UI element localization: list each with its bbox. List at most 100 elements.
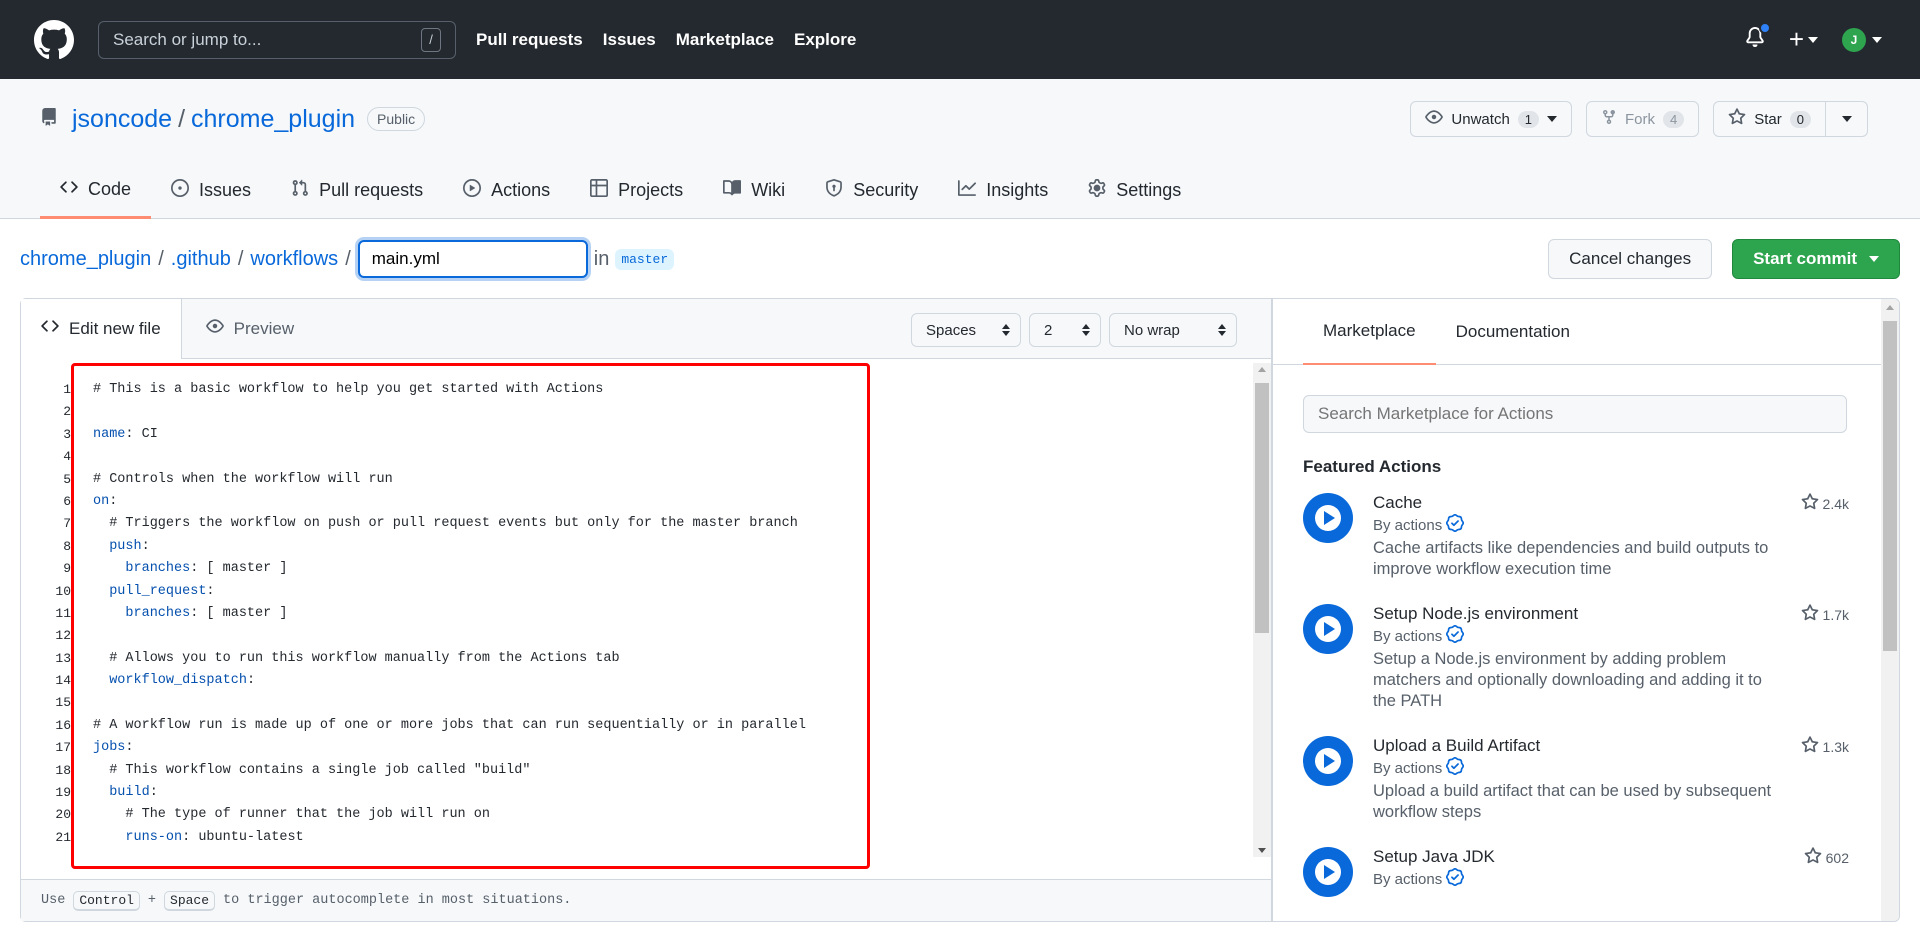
code-editor-area[interactable]: 1 2 3 4 5 6 7 8 9 10 11 12 13 14 15 16 17 18 19 20 21 # This… — [21, 359, 1271, 879]
action-by-text: By actions — [1373, 627, 1443, 645]
star-button[interactable]: Star 0 — [1713, 101, 1826, 137]
scroll-up-arrow-icon[interactable] — [1886, 305, 1894, 310]
repo-actions: Unwatch 1 Fork 4 Star 0 — [1410, 101, 1868, 137]
action-info: Cache By actions Cache artifacts like depe… — [1373, 493, 1783, 580]
watch-count: 1 — [1517, 110, 1540, 128]
code-line: # The type of runner that the job will r… — [93, 807, 490, 823]
indent-mode-select[interactable]: Spaces — [911, 313, 1021, 347]
scrollbar-thumb[interactable] — [1255, 383, 1269, 633]
repo-name-link[interactable]: chrome_plugin — [191, 105, 355, 134]
scroll-down-arrow-icon[interactable] — [1258, 848, 1266, 853]
fork-button[interactable]: Fork 4 — [1586, 101, 1700, 137]
action-author: By actions — [1373, 514, 1783, 536]
file-path-row: chrome_plugin / .github / workflows / in… — [0, 219, 1920, 299]
play-icon — [463, 178, 482, 202]
tab-documentation[interactable]: Documentation — [1436, 299, 1590, 365]
marketplace-tabs: Marketplace Documentation — [1273, 299, 1899, 365]
line-number-gutter: 1 2 3 4 5 6 7 8 9 10 11 12 13 14 15 16 17 18 19 20 21 — [21, 379, 71, 849]
tab-wiki[interactable]: Wiki — [703, 163, 805, 219]
tab-actions[interactable]: Actions — [443, 163, 570, 219]
global-search-input[interactable]: Search or jump to... / — [98, 20, 456, 59]
chevron-down-icon — [1547, 116, 1558, 122]
action-stars: 2.4k — [1801, 493, 1849, 514]
marketplace-action-item[interactable]: Upload a Build Artifact By actions Upload … — [1303, 736, 1849, 823]
breadcrumb-sep: / — [345, 247, 351, 270]
indent-size-select[interactable]: 2 — [1029, 313, 1101, 347]
shield-icon — [825, 178, 843, 202]
breadcrumb-root[interactable]: chrome_plugin — [20, 248, 151, 271]
marketplace-scrollbar[interactable] — [1881, 299, 1899, 921]
star-label: Star — [1754, 110, 1782, 128]
star-dropdown-button[interactable] — [1826, 101, 1868, 137]
filename-input[interactable] — [357, 240, 588, 278]
editor-scrollbar[interactable] — [1253, 363, 1271, 857]
marketplace-action-item[interactable]: Setup Node.js environment By actions Setup… — [1303, 604, 1849, 712]
unwatch-button[interactable]: Unwatch 1 — [1410, 101, 1573, 137]
action-author: By actions — [1373, 757, 1783, 779]
tab-marketplace[interactable]: Marketplace — [1303, 299, 1436, 365]
start-commit-button[interactable]: Start commit — [1732, 239, 1900, 279]
verified-badge-icon — [1446, 757, 1465, 779]
chevron-down-icon — [1808, 36, 1818, 43]
line-number: 5 — [63, 471, 71, 487]
line-number: 3 — [63, 426, 71, 442]
code-line: jobs: — [93, 740, 134, 756]
tab-preview[interactable]: Preview — [182, 299, 318, 359]
action-info: Setup Java JDK By actions — [1373, 847, 1783, 897]
nav-issues[interactable]: Issues — [603, 30, 656, 50]
select-arrows-icon — [1002, 324, 1010, 336]
code-icon — [60, 178, 78, 201]
action-by-text: By actions — [1373, 516, 1443, 534]
line-number: 2 — [63, 404, 71, 420]
scrollbar-thumb[interactable] — [1883, 321, 1897, 651]
marketplace-action-item[interactable]: Cache By actions Cache artifacts like depe… — [1303, 493, 1849, 580]
user-menu[interactable]: J — [1842, 27, 1882, 52]
action-name[interactable]: Setup Node.js environment — [1373, 604, 1783, 624]
global-header: Search or jump to... / Pull requests Iss… — [0, 0, 1920, 79]
create-new-menu[interactable]: + — [1789, 24, 1818, 55]
tab-projects[interactable]: Projects — [570, 163, 703, 219]
notifications-bell-icon[interactable] — [1745, 22, 1771, 53]
action-play-icon — [1303, 736, 1353, 786]
code-line: push: — [109, 538, 150, 554]
chevron-down-icon — [1869, 256, 1879, 262]
marketplace-action-item[interactable]: Setup Java JDK By actions 602 — [1303, 847, 1849, 897]
tab-issues[interactable]: Issues — [151, 163, 271, 219]
tab-security[interactable]: Security — [805, 163, 938, 219]
tab-settings[interactable]: Settings — [1068, 163, 1201, 219]
marketplace-search-input[interactable] — [1303, 395, 1847, 433]
breadcrumb-workflows[interactable]: workflows — [250, 248, 338, 271]
tab-code[interactable]: Code — [40, 163, 152, 219]
wrap-mode-select[interactable]: No wrap — [1109, 313, 1237, 347]
cancel-changes-button[interactable]: Cancel changes — [1548, 239, 1713, 279]
nav-marketplace[interactable]: Marketplace — [676, 30, 774, 50]
action-by-text: By actions — [1373, 870, 1443, 888]
slash-shortcut-badge: / — [421, 27, 441, 52]
github-logo-icon[interactable] — [32, 18, 76, 62]
code-content[interactable]: # This is a basic workflow to help you g… — [93, 379, 806, 849]
indent-mode-value: Spaces — [926, 321, 977, 339]
footer-use: Use — [41, 893, 66, 908]
scroll-up-arrow-icon[interactable] — [1258, 367, 1266, 372]
star-count: 0 — [1789, 110, 1811, 128]
breadcrumb-github[interactable]: .github — [171, 248, 231, 271]
star-icon — [1804, 847, 1822, 868]
action-description: Setup a Node.js environment by adding pr… — [1373, 650, 1762, 710]
featured-actions-heading: Featured Actions — [1303, 457, 1442, 476]
tab-label: Actions — [491, 179, 551, 200]
nav-pull-requests[interactable]: Pull requests — [476, 30, 583, 50]
action-name[interactable]: Setup Java JDK — [1373, 847, 1783, 867]
code-line: on: — [93, 493, 118, 509]
tab-edit-new-file[interactable]: Edit new file — [21, 298, 182, 359]
action-name[interactable]: Cache — [1373, 493, 1783, 513]
tab-insights[interactable]: Insights — [938, 163, 1068, 219]
action-play-icon — [1303, 493, 1353, 543]
nav-explore[interactable]: Explore — [794, 30, 856, 50]
repo-owner-link[interactable]: jsoncode — [72, 105, 172, 134]
tab-pull-requests[interactable]: Pull requests — [271, 163, 443, 219]
action-name[interactable]: Upload a Build Artifact — [1373, 736, 1783, 756]
graph-icon — [958, 179, 977, 202]
tab-label: Issues — [199, 179, 252, 200]
